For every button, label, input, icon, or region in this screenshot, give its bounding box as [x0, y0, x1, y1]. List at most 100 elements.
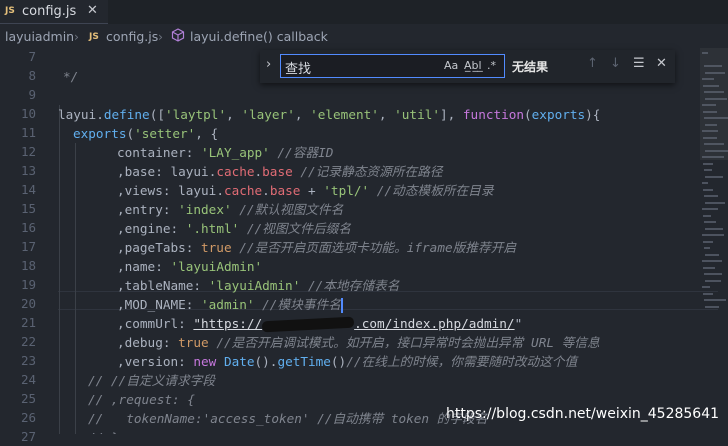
- chevron-right-icon[interactable]: ›: [266, 57, 271, 72]
- minimap-line: [703, 292, 713, 295]
- minimap-line: [705, 123, 717, 126]
- line-number: 17: [20, 239, 36, 254]
- code-line-7: */: [63, 69, 79, 84]
- code-line-19: ,tableName: 'layuiAdmin' //本地存储表名: [117, 278, 400, 293]
- code-line-27: // },: [88, 428, 126, 434]
- line-number: 12: [20, 144, 36, 159]
- minimap-line: [702, 260, 722, 262]
- code-line-17: ,pageTabs: true //是否开启页面选项卡功能。iframe版推荐开…: [117, 240, 517, 255]
- code-line-25: // ,request: {: [88, 392, 195, 407]
- arrow-up-icon[interactable]: ↑: [587, 56, 598, 71]
- find-widget: › 查找 Aa A̲b̲l̲ .* 无结果 ↑ ↓ ☰ ✕: [260, 50, 675, 83]
- code-line-20: ,MOD_NAME: 'admin' //模块事件名: [117, 297, 343, 313]
- code-line-21: ,commUrl: "https://.com/index.php/admin/…: [117, 316, 523, 333]
- code-line-15: ,entry: 'index' //默认视图文件名: [117, 202, 344, 217]
- line-number: 15: [20, 201, 36, 216]
- minimap-line: [704, 117, 728, 119]
- javascript-file-icon: JS: [89, 32, 99, 42]
- close-icon[interactable]: ✕: [87, 3, 98, 18]
- minimap-line: [705, 97, 727, 100]
- minimap-line: [703, 266, 715, 269]
- tab-label: config.js: [22, 4, 77, 19]
- minimap-line: [704, 195, 718, 197]
- code-editor[interactable]: */ layui.define(['laytpl', 'layer', 'ele…: [58, 48, 698, 434]
- watermark: https://blog.csdn.net/weixin_45285641: [446, 406, 720, 422]
- minimap-line: [704, 273, 722, 275]
- minimap-line: [702, 286, 710, 288]
- redacted-scribble: [261, 316, 355, 333]
- minimap-line: [704, 65, 722, 67]
- minimap-line: [703, 162, 713, 165]
- tab-bar: JS config.js ✕: [0, 0, 728, 24]
- minimap-line: [703, 240, 713, 243]
- code-line-14: ,views: layui.cache.base + 'tpl/' //动态模板…: [117, 183, 494, 198]
- line-number: 27: [20, 429, 36, 444]
- minimap-line: [705, 227, 723, 230]
- minimap-line: [702, 52, 708, 54]
- breadcrumb-root[interactable]: layuiadmin: [5, 29, 74, 44]
- code-line-23: ,version: new Date().getTime()//在线上的时候，你…: [117, 354, 578, 369]
- code-line-12: container: 'LAY_app' //容器ID: [117, 145, 334, 160]
- line-number-gutter: 7 8 9 10 11 12 13 14 15 16 17 18 19 20 21 22 23 24 25 26 27: [0, 48, 50, 444]
- minimap-line: [702, 78, 714, 80]
- match-case-icon[interactable]: Aa: [444, 59, 458, 72]
- close-icon[interactable]: ✕: [656, 56, 667, 71]
- code-line-26: // tokenName:'access_token' //自动携带 token…: [88, 411, 488, 426]
- tab-config-js[interactable]: JS config.js ✕: [0, 0, 108, 24]
- minimap-line: [702, 156, 724, 158]
- line-number: 8: [28, 68, 36, 83]
- breadcrumb-symbol[interactable]: layui.define() callback: [190, 29, 328, 44]
- code-line-10: layui.define(['laytpl', 'layer', 'elemen…: [58, 107, 601, 122]
- find-in-selection-icon[interactable]: ☰: [633, 56, 645, 71]
- match-word-icon[interactable]: A̲b̲l̲: [464, 59, 482, 72]
- code-line-16: ,engine: '.html' //视图文件后缀名: [117, 221, 351, 236]
- minimap-line: [705, 71, 725, 74]
- indent-guide: [59, 105, 60, 434]
- find-status: 无结果: [512, 60, 549, 74]
- minimap-line: [702, 182, 708, 184]
- minimap-line: [703, 188, 713, 191]
- minimap-line: [702, 234, 724, 236]
- cube-icon: [171, 28, 185, 45]
- find-input[interactable]: 查找 Aa A̲b̲l̲ .*: [280, 54, 505, 78]
- code-line-13: ,base: layui.cache.base //记录静态资源所在路径: [117, 164, 443, 179]
- code-line-24: // //自定义请求字段: [88, 373, 216, 388]
- minimap-line: [705, 253, 719, 256]
- code-line-18: ,name: 'layuiAdmin': [117, 259, 263, 274]
- text-cursor: [340, 298, 343, 313]
- minimap-line: [704, 169, 712, 171]
- breadcrumb-separator: ›: [74, 29, 79, 44]
- minimap-line: [704, 299, 726, 301]
- line-number: 11: [20, 125, 36, 140]
- line-number: 21: [20, 315, 36, 330]
- breadcrumb-separator: ›: [158, 29, 163, 44]
- minimap-line: [702, 130, 718, 132]
- regex-icon[interactable]: .*: [487, 59, 496, 72]
- arrow-down-icon[interactable]: ↓: [610, 56, 621, 71]
- line-number: 22: [20, 334, 36, 349]
- minimap[interactable]: [700, 48, 728, 318]
- line-number: 23: [20, 353, 36, 368]
- minimap-line: [704, 247, 710, 249]
- line-number: 10: [20, 106, 36, 121]
- minimap-line: [704, 143, 724, 145]
- line-number: 20: [20, 296, 36, 311]
- minimap-line: [703, 214, 711, 217]
- minimap-line: [705, 305, 719, 308]
- minimap-line: [705, 201, 725, 204]
- javascript-file-icon: JS: [5, 6, 15, 16]
- breadcrumb-file[interactable]: config.js: [106, 29, 158, 44]
- minimap-line: [705, 279, 721, 282]
- line-number: 14: [20, 182, 36, 197]
- minimap-line: [705, 175, 723, 178]
- minimap-line: [704, 91, 724, 93]
- code-line-22: ,debug: true //是否开启调试模式。如开启，接口异常时会抛出异常 U…: [117, 335, 600, 350]
- line-number: 18: [20, 258, 36, 273]
- breadcrumb: layuiadmin › JS config.js › layui.define…: [0, 24, 728, 48]
- line-number: 25: [20, 391, 36, 406]
- line-number: 24: [20, 372, 36, 387]
- line-number: 26: [20, 410, 36, 425]
- line-number: 13: [20, 163, 36, 178]
- minimap-line: [703, 110, 717, 113]
- line-number: 19: [20, 277, 36, 292]
